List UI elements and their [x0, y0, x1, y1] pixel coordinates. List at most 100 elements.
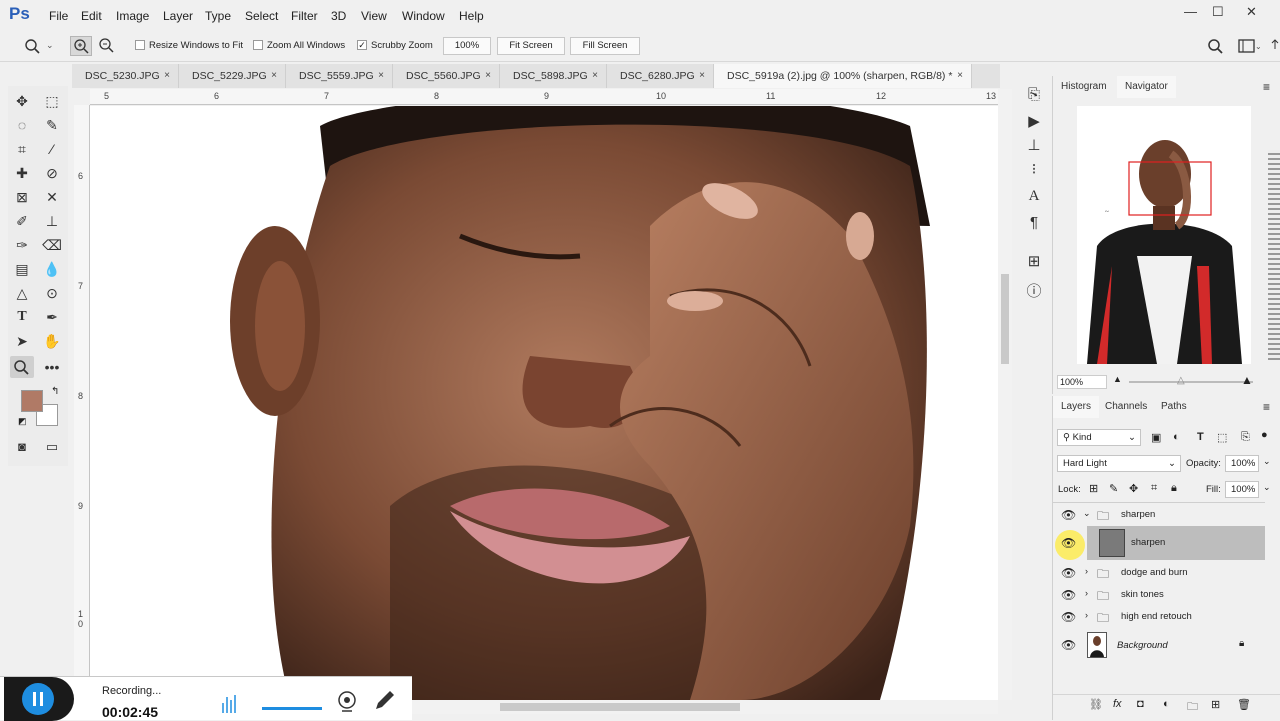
scroll-thumb[interactable]	[500, 703, 740, 711]
lock-transparent-icon[interactable]: ⊞	[1089, 482, 1098, 495]
zoom-out-small-icon[interactable]: ▲	[1113, 374, 1122, 384]
eyedropper-tool-icon[interactable]: ⁄	[40, 138, 64, 160]
dodge-tool-icon[interactable]: △	[10, 282, 34, 304]
chevron-right-icon[interactable]: ›	[1085, 610, 1088, 620]
menu-window[interactable]: Window	[402, 9, 445, 23]
menu-select[interactable]: Select	[245, 9, 278, 23]
brush-tool-icon[interactable]: ✐	[10, 210, 34, 232]
layer-row-skin-tones[interactable]: 👁︎ › 🗀 skin tones	[1053, 584, 1265, 606]
eye-icon[interactable]: 👁︎	[1061, 536, 1076, 550]
panel-menu-icon[interactable]: ≡	[1263, 80, 1270, 94]
scrubby-zoom-checkbox[interactable]: ✓	[357, 40, 367, 50]
layer-row-sharpen-selected[interactable]: sharpen	[1087, 526, 1265, 560]
trash-icon[interactable]: 🗑︎	[1237, 698, 1251, 711]
panel-menu-icon[interactable]: ≡	[1263, 400, 1270, 414]
tab-dsc-5229[interactable]: DSC_5229.JPG ×	[179, 64, 286, 88]
tab-dsc-6280[interactable]: DSC_6280.JPG ×	[607, 64, 714, 88]
tab-channels[interactable]: Channels	[1097, 396, 1155, 418]
eye-icon[interactable]: 👁︎	[1061, 508, 1076, 522]
tab-histogram[interactable]: Histogram	[1053, 76, 1115, 98]
draw-pen-icon[interactable]	[372, 689, 398, 713]
fx-icon[interactable]: fx	[1113, 698, 1122, 710]
close-icon[interactable]: ×	[378, 64, 384, 88]
filter-smart-object-icon[interactable]: ⎘	[1241, 431, 1250, 444]
filter-adjustment-icon[interactable]: ◐	[1173, 431, 1180, 443]
workspace-icon[interactable]: ⌄	[1238, 39, 1260, 53]
tab-dsc-5230[interactable]: DSC_5230.JPG ×	[72, 64, 179, 88]
lock-all-icon[interactable]: 🔒︎	[1171, 482, 1177, 495]
close-icon[interactable]: ×	[485, 64, 491, 88]
lasso-tool-icon[interactable]: ◌	[10, 114, 34, 136]
search-icon[interactable]	[1206, 38, 1224, 54]
pen-tool-icon[interactable]: ✒	[40, 306, 64, 328]
chevron-down-icon[interactable]: ⌄	[1083, 508, 1091, 519]
layer-row-dodge-and-burn[interactable]: 👁︎ › 🗀 dodge and burn	[1053, 562, 1265, 584]
fill-field[interactable]: 100%	[1225, 481, 1259, 498]
menu-3d[interactable]: 3D	[331, 9, 346, 23]
close-icon[interactable]: ×	[271, 64, 277, 88]
character-icon[interactable]: A	[1024, 188, 1044, 208]
sponge-tool-icon[interactable]: ⊙	[40, 282, 64, 304]
eye-icon[interactable]: 👁︎	[1061, 638, 1076, 652]
menu-image[interactable]: Image	[116, 9, 149, 23]
opacity-field[interactable]: 100%	[1225, 455, 1259, 472]
swap-colors-icon[interactable]: ↰	[51, 386, 59, 397]
restore-button[interactable]: ☐	[1212, 4, 1224, 20]
history-icon[interactable]: ⎘	[1024, 86, 1044, 106]
filter-toggle-icon[interactable]: ●	[1261, 429, 1268, 441]
swatches-icon[interactable]: ⁝	[1024, 160, 1044, 180]
filter-pixel-icon[interactable]: ▣	[1151, 431, 1161, 444]
menu-edit[interactable]: Edit	[81, 9, 102, 23]
adjustment-layer-icon[interactable]: ◐	[1163, 698, 1170, 710]
more-tools-icon[interactable]: •••	[40, 356, 64, 378]
layer-filter-select[interactable]: ⚲ Kind ⌄	[1057, 429, 1141, 446]
close-icon[interactable]: ×	[699, 64, 705, 88]
layer-row-background[interactable]: 👁︎ Background 🔒︎	[1053, 630, 1265, 662]
resize-windows-checkbox[interactable]	[135, 40, 145, 50]
paragraph-icon[interactable]: ¶	[1024, 214, 1044, 234]
foreground-color-swatch[interactable]	[21, 390, 43, 412]
path-select-tool-icon[interactable]: ➤	[10, 330, 34, 352]
link-layers-icon[interactable]: ⛓︎	[1089, 698, 1103, 711]
zoom-tool-preset-icon[interactable]	[24, 38, 42, 54]
scroll-thumb[interactable]	[1001, 274, 1009, 364]
blur-tool-icon[interactable]: 💧	[40, 258, 64, 280]
zoom-percent-button[interactable]: 100%	[443, 37, 491, 55]
default-colors-icon[interactable]: ◩	[18, 416, 27, 427]
tab-navigator[interactable]: Navigator	[1117, 76, 1176, 98]
healing-brush-icon[interactable]: ✚	[10, 162, 34, 184]
menu-type[interactable]: Type	[205, 9, 231, 23]
navigator-zoom-field[interactable]: 100%	[1057, 375, 1107, 389]
crop-tool-icon[interactable]: ⌗	[10, 138, 34, 160]
libraries-icon[interactable]: ⊞	[1024, 252, 1044, 272]
menu-filter[interactable]: Filter	[291, 9, 318, 23]
document-canvas[interactable]	[90, 106, 998, 700]
lock-position-icon[interactable]: ✥	[1129, 482, 1138, 495]
chevron-down-icon[interactable]: ⌄	[1263, 482, 1271, 493]
layer-mask-icon[interactable]: ◘	[1137, 698, 1144, 710]
eye-icon[interactable]: 👁︎	[1061, 588, 1076, 602]
info-icon[interactable]: ⓘ	[1024, 280, 1044, 300]
layer-row-high-end-retouch[interactable]: 👁︎ › 🗀 high end retouch	[1053, 606, 1265, 628]
zoom-tool-icon[interactable]	[10, 356, 34, 378]
layer-row-sharpen-group[interactable]: 👁︎ ⌄ 🗀 sharpen	[1053, 504, 1265, 526]
navigator-preview[interactable]: ~	[1077, 106, 1251, 364]
tab-dsc-5560[interactable]: DSC_5560.JPG ×	[393, 64, 500, 88]
move-tool-icon[interactable]: ✥	[10, 90, 34, 112]
eye-icon[interactable]: 👁︎	[1061, 566, 1076, 580]
fill-screen-button[interactable]: Fill Screen	[570, 37, 640, 55]
content-aware-move-icon[interactable]: ✕	[40, 186, 64, 208]
adjustments-icon[interactable]: ⊥	[1024, 136, 1044, 156]
hand-tool-icon[interactable]: ✋	[40, 330, 64, 352]
clone-stamp-icon[interactable]: ⊥	[40, 210, 64, 232]
frame-tool-icon[interactable]: ⊠	[10, 186, 34, 208]
webcam-icon[interactable]	[336, 689, 360, 715]
quick-mask-icon[interactable]: ◙	[10, 436, 34, 458]
tab-layers[interactable]: Layers	[1053, 396, 1100, 418]
fit-screen-button[interactable]: Fit Screen	[497, 37, 565, 55]
history-brush-icon[interactable]: ✑	[10, 234, 34, 256]
menu-help[interactable]: Help	[459, 9, 484, 23]
quick-select-tool-icon[interactable]: ✎	[40, 114, 64, 136]
volume-slider[interactable]	[262, 707, 322, 710]
chevron-right-icon[interactable]: ›	[1085, 588, 1088, 598]
